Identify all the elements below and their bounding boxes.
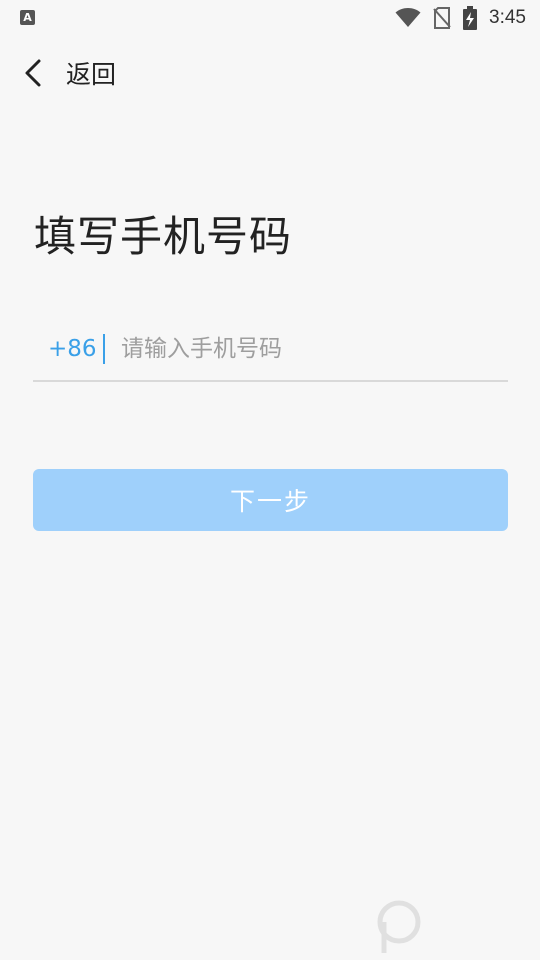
- phone-field-row: +86: [33, 318, 508, 382]
- phone-input[interactable]: [119, 335, 483, 363]
- p-logo-icon: [377, 900, 421, 953]
- country-code[interactable]: +86: [48, 336, 97, 362]
- field-separator: [103, 334, 105, 364]
- back-button[interactable]: 返回: [22, 54, 116, 92]
- top-nav: 返回: [0, 48, 540, 98]
- page-title: 填写手机号码: [34, 212, 293, 261]
- status-bar: A 3:45: [0, 0, 540, 36]
- chevron-left-icon: [25, 59, 41, 87]
- status-time: 3:45: [489, 7, 526, 28]
- back-label: 返回: [66, 60, 117, 89]
- app-notification-icon: A: [20, 10, 35, 25]
- status-icons: 3:45: [395, 6, 526, 30]
- watermark-logo: [374, 894, 534, 954]
- next-button[interactable]: 下一步: [33, 469, 508, 531]
- wifi-icon: [395, 8, 421, 27]
- battery-charging-icon: [463, 6, 478, 30]
- no-sim-icon: [433, 7, 451, 29]
